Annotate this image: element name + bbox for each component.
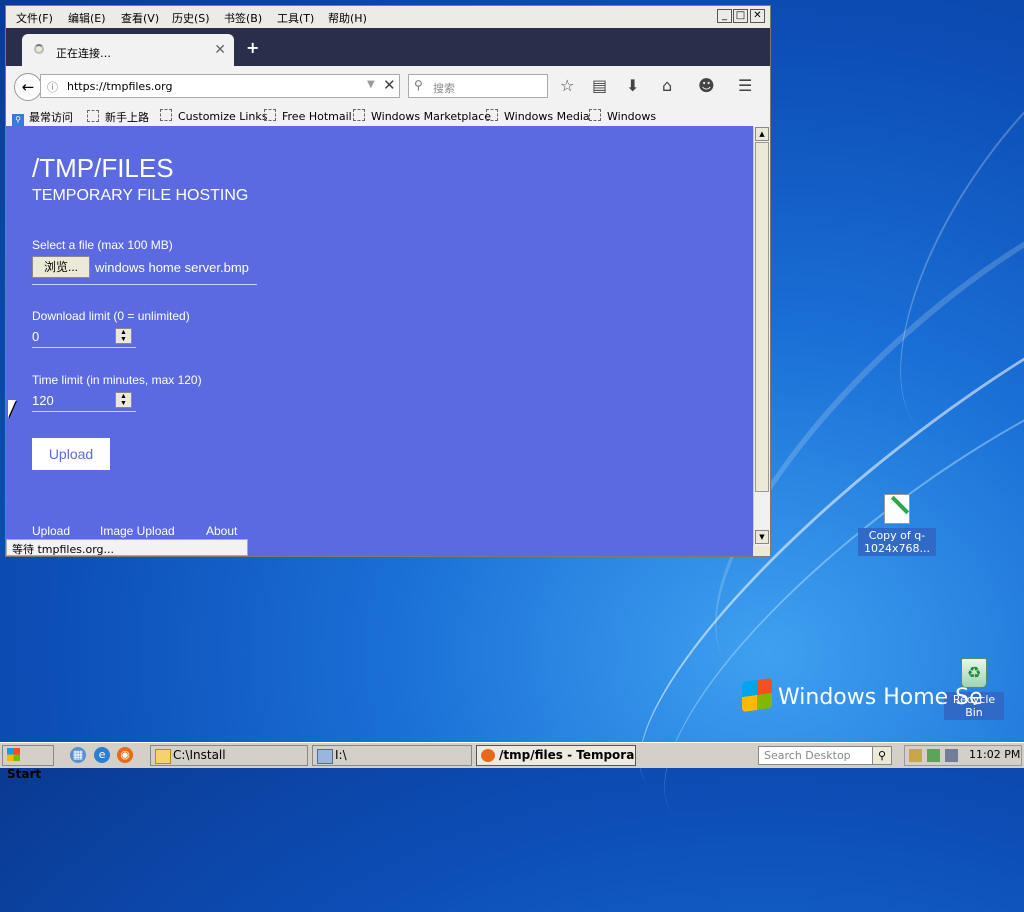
internet-explorer-icon[interactable]: e bbox=[94, 747, 110, 763]
time-limit-underline bbox=[32, 411, 136, 412]
url-text: https://tmpfiles.org bbox=[67, 80, 173, 93]
upload-button[interactable]: Upload bbox=[32, 438, 110, 470]
bookmark-item[interactable]: Customize Links bbox=[160, 109, 268, 123]
tab-active[interactable]: 正在连接… ✕ bbox=[22, 34, 234, 66]
bookmark-placeholder-icon bbox=[264, 109, 276, 121]
download-limit-underline bbox=[32, 347, 136, 348]
menu-help[interactable]: 帮助(H) bbox=[328, 10, 367, 26]
scroll-up-icon[interactable]: ▲ bbox=[755, 127, 769, 141]
taskbar: Start ▦ e ◉ C:\Install I:\ /tmp/files - … bbox=[0, 742, 1024, 781]
time-limit-label: Time limit (in minutes, max 120) bbox=[32, 373, 202, 387]
close-window-button[interactable]: ✕ bbox=[750, 9, 765, 23]
image-file-icon bbox=[884, 494, 910, 524]
chat-icon[interactable]: ☻ bbox=[698, 76, 715, 95]
new-tab-button[interactable]: + bbox=[246, 38, 259, 57]
tray-server-icon[interactable] bbox=[927, 749, 940, 762]
vertical-scrollbar[interactable]: ▲ ▼ bbox=[753, 126, 770, 546]
menu-bookmarks[interactable]: 书签(B) bbox=[224, 10, 262, 26]
menu-view[interactable]: 查看(V) bbox=[121, 10, 159, 26]
stop-loading-icon[interactable]: ✕ bbox=[383, 76, 396, 94]
menu-tools[interactable]: 工具(T) bbox=[277, 10, 314, 26]
firefox-icon bbox=[481, 749, 495, 762]
download-limit-input[interactable]: 0 bbox=[32, 329, 39, 344]
most-visited-icon: ⚲ bbox=[12, 114, 24, 126]
time-limit-stepper[interactable]: ▲ ▼ bbox=[115, 392, 132, 408]
tray-volume-icon[interactable] bbox=[945, 749, 958, 762]
tab-title: 正在连接… bbox=[56, 47, 111, 60]
minimize-button[interactable]: _ bbox=[717, 9, 732, 23]
taskbar-button-install[interactable]: C:\Install bbox=[150, 745, 308, 766]
bookmark-item[interactable]: Windows Media bbox=[486, 109, 590, 123]
home-icon[interactable]: ⌂ bbox=[662, 76, 672, 95]
nav-toolbar: ← ⓘ https://tmpfiles.org ▼ ✕ ⚲ 搜索 ☆ ▤ ⬇ … bbox=[6, 66, 770, 107]
close-tab-icon[interactable]: ✕ bbox=[214, 42, 226, 58]
maximize-button[interactable]: □ bbox=[733, 9, 748, 23]
bookmark-placeholder-icon bbox=[160, 109, 172, 121]
reading-list-icon[interactable]: ▤ bbox=[592, 76, 607, 95]
status-bar: 等待 tmpfiles.org... bbox=[6, 539, 248, 556]
bookmark-placeholder-icon bbox=[589, 109, 601, 121]
file-name: windows home server.bmp bbox=[95, 260, 249, 275]
page-title: /TMP/FILES bbox=[32, 153, 174, 183]
taskbar-button-drive-i[interactable]: I:\ bbox=[312, 745, 472, 766]
search-input[interactable]: ⚲ 搜索 bbox=[408, 74, 548, 98]
page-content: /TMP/FILES TEMPORARY FILE HOSTING Select… bbox=[6, 126, 753, 556]
tab-strip: 正在连接… ✕ + bbox=[6, 28, 770, 66]
footer-link-upload[interactable]: Upload bbox=[32, 524, 70, 538]
bookmark-placeholder-icon bbox=[486, 109, 498, 121]
wallpaper-streak bbox=[835, 0, 1024, 500]
time-limit-input[interactable]: 120 bbox=[32, 393, 54, 408]
windows-home-server-branding: Windows Home Se bbox=[742, 677, 983, 713]
clock[interactable]: 11:02 PM bbox=[969, 748, 1020, 761]
taskbar-button-firefox[interactable]: /tmp/files - Tempora... bbox=[476, 745, 636, 766]
bookmark-star-icon[interactable]: ☆ bbox=[560, 76, 574, 95]
hamburger-menu-icon[interactable]: ☰ bbox=[738, 76, 752, 95]
site-info-icon[interactable]: ⓘ bbox=[47, 79, 58, 95]
menu-bar: 文件(F) 编辑(E) 查看(V) 历史(S) 书签(B) 工具(T) 帮助(H… bbox=[6, 6, 770, 28]
start-button[interactable]: Start bbox=[2, 745, 54, 781]
menu-edit[interactable]: 编辑(E) bbox=[68, 10, 106, 26]
page-subtitle: TEMPORARY FILE HOSTING bbox=[32, 187, 249, 204]
footer-link-image-upload[interactable]: Image Upload bbox=[100, 524, 175, 538]
url-bar[interactable]: ⓘ https://tmpfiles.org ▼ ✕ bbox=[40, 74, 400, 98]
desktop-icon-label: Copy of q-1024x768... bbox=[858, 528, 936, 556]
bookmark-most-visited[interactable]: ⚲ 最常访问 bbox=[12, 109, 73, 126]
browse-button[interactable]: 浏览... bbox=[32, 256, 90, 278]
download-limit-stepper[interactable]: ▲ ▼ bbox=[115, 328, 132, 344]
download-limit-label: Download limit (0 = unlimited) bbox=[32, 309, 190, 323]
bookmark-item[interactable]: Free Hotmail bbox=[264, 109, 352, 123]
search-go-icon[interactable]: ⚲ bbox=[872, 746, 892, 765]
bookmark-item[interactable]: Windows bbox=[589, 109, 656, 123]
bookmark-placeholder-icon bbox=[353, 109, 365, 121]
firefox-icon[interactable]: ◉ bbox=[117, 747, 133, 763]
bookmark-item[interactable]: 新手上路 bbox=[87, 109, 149, 125]
bookmarks-toolbar: ⚲ 最常访问 新手上路 Customize Links Free Hotmail … bbox=[6, 106, 770, 126]
footer-link-about[interactable]: About bbox=[206, 524, 237, 538]
scroll-down-icon[interactable]: ▼ bbox=[755, 530, 769, 544]
desktop-search-input[interactable]: Search Desktop bbox=[758, 746, 876, 765]
bookmark-placeholder-icon bbox=[87, 110, 99, 122]
desktop-icon-image-file[interactable]: Copy of q-1024x768... bbox=[858, 494, 936, 556]
file-label: Select a file (max 100 MB) bbox=[32, 238, 173, 252]
bookmark-item[interactable]: Windows Marketplace bbox=[353, 109, 491, 123]
scroll-thumb[interactable] bbox=[755, 142, 769, 492]
search-icon: ⚲ bbox=[414, 78, 423, 92]
tray-network-icon[interactable] bbox=[909, 749, 922, 762]
mouse-cursor-icon bbox=[8, 400, 16, 418]
folder-icon bbox=[155, 749, 171, 764]
downloads-icon[interactable]: ⬇ bbox=[626, 76, 639, 95]
drive-icon bbox=[317, 749, 333, 764]
history-dropdown-icon[interactable]: ▼ bbox=[367, 79, 375, 90]
browser-window: 文件(F) 编辑(E) 查看(V) 历史(S) 书签(B) 工具(T) 帮助(H… bbox=[5, 5, 771, 557]
loading-spinner-icon bbox=[34, 44, 44, 54]
menu-history[interactable]: 历史(S) bbox=[172, 10, 210, 26]
back-button[interactable]: ← bbox=[14, 73, 42, 101]
file-field-underline bbox=[32, 284, 257, 285]
windows-logo-icon bbox=[742, 677, 772, 713]
show-desktop-icon[interactable]: ▦ bbox=[70, 747, 86, 763]
windows-logo-icon bbox=[7, 748, 20, 761]
search-placeholder: 搜索 bbox=[433, 82, 455, 95]
menu-file[interactable]: 文件(F) bbox=[16, 10, 53, 26]
system-tray: 11:02 PM bbox=[904, 745, 1022, 766]
